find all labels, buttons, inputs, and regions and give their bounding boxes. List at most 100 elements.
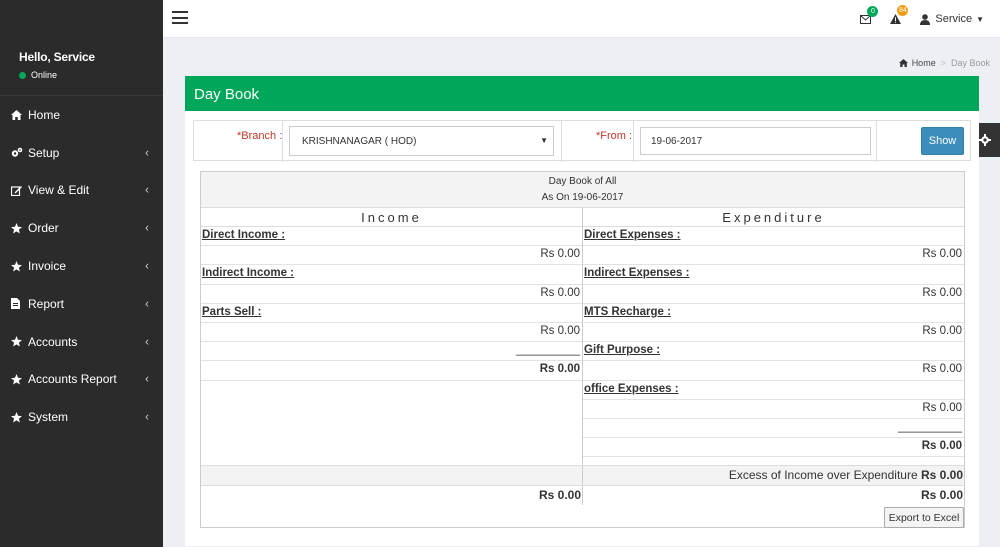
show-button[interactable]: Show: [921, 127, 964, 155]
amount-cell: Rs 0.00: [201, 285, 582, 304]
amount-cell: __________: [583, 419, 964, 439]
edit-icon: [11, 185, 28, 196]
amount-cell: Rs 0.00: [583, 285, 964, 304]
chevron-left-icon: ‹: [145, 409, 149, 424]
divider: [282, 121, 283, 162]
sidebar-item-system[interactable]: System ‹: [0, 398, 163, 436]
income-rows: Direct Income : Rs 0.00 Indirect Income :R…: [201, 227, 582, 381]
excess-value: Rs 0.00: [920, 468, 963, 482]
report-columns: Income Direct Income : Rs 0.00 Indirect In…: [201, 207, 964, 466]
user-greeting: Hello, Service: [19, 50, 95, 64]
branch-label: *Branch :: [237, 130, 283, 142]
report-title: Day Book of All: [548, 176, 617, 187]
amount-cell: Rs 0.00: [583, 438, 964, 458]
user-menu-label: Service: [935, 13, 973, 25]
page-title: Day Book: [185, 76, 979, 111]
top-navbar: 0 84 Service ▼: [163, 0, 1000, 38]
amount-cell: Rs 0.00: [583, 246, 964, 266]
expenditure-rows: Direct Expenses : Rs 0.00 Indirect Expense…: [583, 227, 964, 458]
excess-row: Excess of Income over Expenditure Rs 0.0…: [201, 465, 964, 485]
menu-toggle-icon[interactable]: [172, 11, 188, 25]
totals-row: Rs 0.00 Rs 0.00: [201, 485, 964, 505]
filter-bar: *Branch : KRISHNANAGAR ( HOD) ▼ *From : …: [193, 120, 971, 162]
chevron-left-icon: ‹: [145, 296, 149, 311]
report-heading: Day Book of All As On 19-06-2017: [201, 172, 964, 208]
from-date-input[interactable]: 19-06-2017: [640, 127, 871, 155]
expenditure-column: Expenditure Direct Expenses : Rs 0.00 Indi…: [583, 207, 964, 466]
sidebar-item-accounts[interactable]: Accounts ‹: [0, 323, 163, 361]
account-group-heading: Gift Purpose :: [583, 342, 964, 362]
sidebar-item-view-edit[interactable]: View & Edit ‹: [0, 172, 163, 210]
messages-button[interactable]: 0: [850, 5, 880, 24]
user-status: Online: [19, 70, 163, 80]
sidebar-item-label: Accounts Report: [28, 372, 117, 387]
user-dropdown[interactable]: Service ▼: [910, 13, 1000, 25]
select-arrow-icon: ▼: [540, 136, 548, 145]
amount-cell: Rs 0.00: [201, 246, 582, 266]
alerts-button[interactable]: 84: [880, 5, 910, 24]
breadcrumb-home[interactable]: Home: [912, 58, 936, 68]
sidebar-item-order[interactable]: Order ‹: [0, 209, 163, 247]
navbar-right: 0 84 Service ▼: [850, 0, 1000, 38]
export-to-excel-button[interactable]: Export to Excel: [884, 507, 964, 528]
account-group-heading: Indirect Expenses :: [583, 265, 964, 285]
messages-badge: 0: [867, 5, 879, 17]
star-icon: [11, 260, 28, 272]
sidebar: Hello, Service Online Home Setup ‹ View & E…: [0, 0, 163, 547]
gear-icon: [978, 134, 991, 146]
account-group-heading: Direct Expenses :: [583, 227, 964, 247]
home-icon: [898, 59, 908, 67]
excess-empty-cell: [201, 466, 583, 485]
chevron-left-icon: ‹: [145, 258, 149, 273]
amount-cell: Rs 0.00: [201, 361, 582, 381]
divider: [561, 121, 562, 162]
amount-cell: Rs 0.00: [583, 323, 964, 343]
divider: [633, 121, 634, 162]
day-book-panel: Day Book *Branch : KRISHNANAGAR ( HOD) ▼…: [185, 76, 979, 546]
status-text: Online: [31, 70, 58, 80]
amount-cell: __________: [201, 342, 582, 362]
income-column: Income Direct Income : Rs 0.00 Indirect In…: [201, 207, 583, 466]
report-subtitle: As On 19-06-2017: [541, 192, 624, 203]
sidebar-item-label: Order: [28, 221, 59, 236]
sidebar-item-accounts-report[interactable]: Accounts Report ‹: [0, 361, 163, 399]
report-footer: Excess of Income over Expenditure Rs 0.0…: [201, 465, 964, 505]
amount-cell: Rs 0.00: [583, 361, 964, 381]
income-header: Income: [201, 207, 582, 227]
star-icon: [11, 411, 28, 423]
sidebar-item-label: Invoice: [28, 259, 67, 274]
sidebar-item-report[interactable]: Report ‹: [0, 285, 163, 323]
from-label: *From :: [596, 130, 633, 142]
star-icon: [11, 222, 28, 234]
account-group-heading: office Expenses :: [583, 381, 964, 400]
user-panel: Hello, Service Online: [0, 0, 163, 96]
sidebar-item-label: Accounts: [28, 334, 78, 349]
day-book-report: Day Book of All As On 19-06-2017 Income …: [200, 171, 965, 528]
caret-down-icon: ▼: [976, 14, 984, 24]
account-group-heading: Parts Sell :: [201, 304, 582, 323]
divider: [876, 121, 877, 162]
sidebar-item-setup[interactable]: Setup ‹: [0, 134, 163, 172]
file-icon: [11, 298, 28, 310]
branch-select[interactable]: KRISHNANAGAR ( HOD) ▼: [289, 126, 554, 156]
branch-select-value: KRISHNANAGAR ( HOD): [302, 136, 417, 147]
sidebar-item-invoice[interactable]: Invoice ‹: [0, 247, 163, 285]
excess-label: Excess of Income over Expenditure: [728, 468, 918, 482]
user-icon: [920, 13, 931, 25]
sidebar-item-label: System: [28, 410, 69, 425]
sidebar-item-label: Home: [28, 107, 61, 122]
sidebar-menu: Home Setup ‹ View & Edit ‹ Order ‹ Invoice ‹ Repo…: [0, 96, 163, 436]
breadcrumb-separator: >: [940, 58, 946, 68]
excess-cell: Excess of Income over Expenditure Rs 0.0…: [583, 466, 964, 485]
expenditure-total: Rs 0.00: [920, 488, 963, 502]
chevron-left-icon: ‹: [145, 182, 149, 197]
sidebar-item-home[interactable]: Home: [0, 96, 163, 134]
star-icon: [11, 336, 28, 347]
breadcrumb-current: Day Book: [950, 58, 990, 68]
alerts-badge: 84: [897, 5, 909, 16]
sidebar-item-label: Report: [28, 296, 65, 311]
amount-cell: Rs 0.00: [201, 323, 582, 343]
account-group-heading: Direct Income :: [201, 227, 582, 247]
online-dot-icon: [19, 71, 26, 79]
home-icon: [11, 109, 28, 120]
